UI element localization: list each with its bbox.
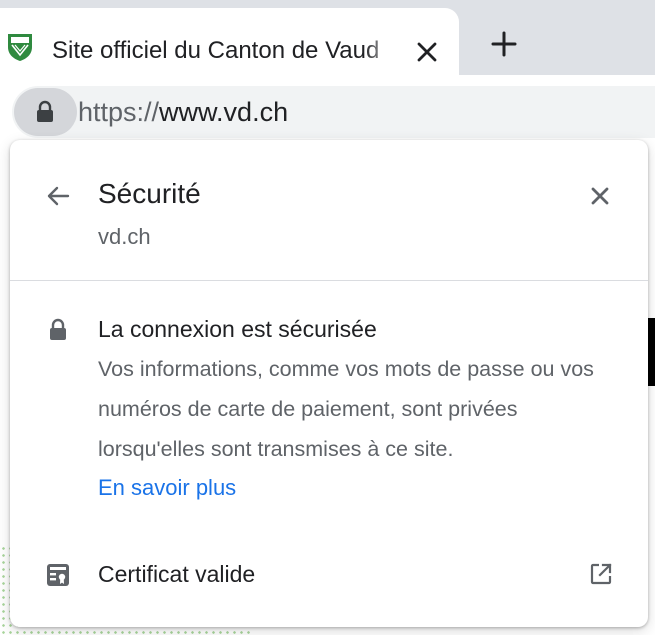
- learn-more-link[interactable]: En savoir plus: [98, 473, 236, 503]
- certificate-icon: [47, 564, 69, 586]
- arrow-left-icon[interactable]: [42, 180, 74, 212]
- vaud-shield-icon: [8, 34, 32, 61]
- site-info-button[interactable]: [14, 88, 77, 136]
- close-icon[interactable]: [413, 38, 441, 66]
- browser-tab[interactable]: Site officiel du Canton de Vaud: [0, 8, 459, 75]
- popup-domain: vd.ch: [98, 224, 151, 249]
- lock-icon: [37, 100, 53, 122]
- certificate-row[interactable]: Certificat valide: [10, 544, 648, 604]
- url-host: www.vd.ch: [159, 97, 289, 127]
- plus-icon[interactable]: [484, 24, 524, 64]
- connection-status-description: Vos informations, comme vos mots de pass…: [98, 357, 594, 461]
- tab-strip: Site officiel du Canton de Vaud: [0, 0, 655, 75]
- divider: [10, 280, 648, 281]
- external-link-icon: [590, 563, 612, 585]
- certificate-label: Certificat valide: [98, 561, 256, 587]
- tab-title: Site officiel du Canton de Vaud: [52, 36, 400, 66]
- url-text[interactable]: https://www.vd.ch: [78, 95, 288, 129]
- url-scheme: https://: [78, 97, 160, 127]
- security-popup: Sécurité vd.ch La connexion est sécurisé…: [10, 140, 648, 627]
- connection-status-title: La connexion est sécurisée: [98, 316, 377, 342]
- popup-title: Sécurité: [98, 178, 201, 209]
- close-icon[interactable]: [584, 180, 616, 212]
- lock-icon: [50, 318, 66, 340]
